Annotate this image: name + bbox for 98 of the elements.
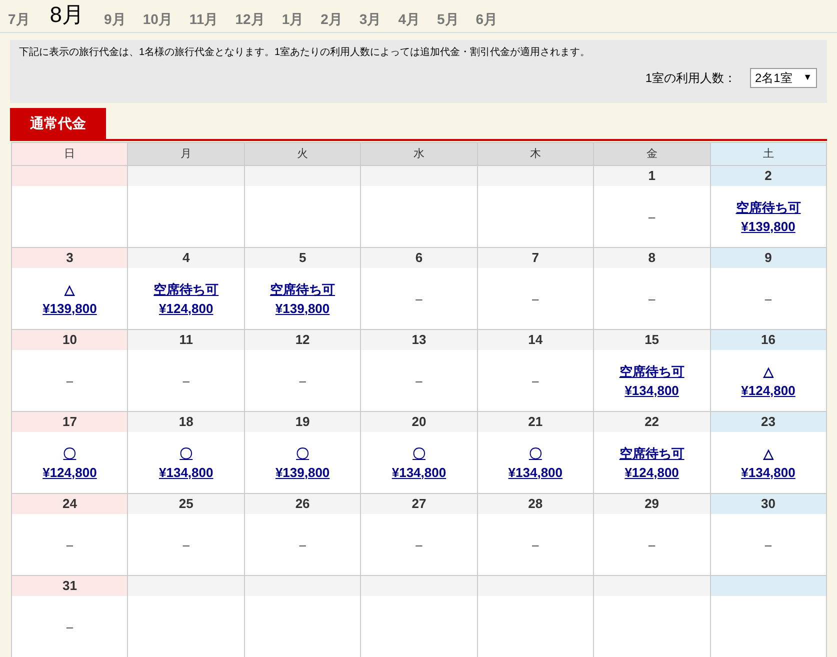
weekday-header: 土 <box>710 142 826 166</box>
weekday-header: 木 <box>477 142 594 166</box>
day-number: 29 <box>644 495 660 514</box>
day-number: 2 <box>764 167 772 186</box>
day-number: 5 <box>298 249 306 268</box>
month-tab[interactable]: 3月 <box>359 12 382 26</box>
day-number: 26 <box>295 495 310 514</box>
availability-link[interactable]: 空席待ち可 <box>154 282 219 296</box>
day-number: 14 <box>528 331 543 350</box>
unavailable-mark: – <box>532 372 539 390</box>
day-number: 4 <box>182 249 190 268</box>
day-number: 30 <box>761 495 776 514</box>
price-link[interactable]: ¥134,800 <box>741 466 796 478</box>
availability-link[interactable]: 空席待ち可 <box>736 200 801 214</box>
day-number: 21 <box>528 413 543 432</box>
availability-link[interactable]: 空席待ち可 <box>619 364 684 378</box>
price-link[interactable]: ¥139,800 <box>42 302 97 314</box>
price-link[interactable]: ¥124,800 <box>42 466 97 478</box>
weekday-header: 日 <box>12 142 128 166</box>
availability-link[interactable]: 〇 <box>63 446 76 460</box>
day-number: 6 <box>415 249 423 268</box>
price-link[interactable]: ¥134,800 <box>392 466 446 478</box>
notice-text: 下記に表示の旅行代金は、1名様の旅行代金となります。1室あたりの利用人数によっては追加代金・割引代金が適用されます。 <box>19 46 592 60</box>
day-number: 3 <box>66 249 74 268</box>
unavailable-mark: – <box>532 290 539 308</box>
day-number: 17 <box>62 413 77 432</box>
price-tab[interactable]: 通常代金 <box>10 108 106 139</box>
day-number: 8 <box>648 249 656 268</box>
availability-link[interactable]: △ <box>64 282 75 296</box>
month-tab[interactable]: 5月 <box>437 12 459 26</box>
unavailable-mark: – <box>66 618 74 636</box>
day-number: 7 <box>532 249 540 268</box>
occupancy-select[interactable]: 2名1室 ▼ <box>750 68 817 88</box>
availability-link[interactable]: 空席待ち可 <box>619 446 684 460</box>
occupancy-label: 1室の利用人数： <box>645 70 736 87</box>
day-number: 25 <box>178 495 194 514</box>
unavailable-mark: – <box>416 536 422 554</box>
day-number: 10 <box>62 331 77 350</box>
unavailable-mark: – <box>648 208 656 226</box>
unavailable-mark: – <box>532 536 539 554</box>
availability-link[interactable]: 〇 <box>412 446 426 460</box>
unavailable-mark: – <box>299 372 306 390</box>
price-link[interactable]: ¥124,800 <box>624 466 679 478</box>
day-number: 22 <box>644 413 660 432</box>
month-tab[interactable]: 8月 <box>46 4 88 26</box>
availability-link[interactable]: 〇 <box>180 446 193 460</box>
month-tab[interactable]: 11月 <box>189 12 218 26</box>
day-number: 13 <box>412 331 426 350</box>
day-number: 31 <box>62 577 77 596</box>
month-tab[interactable]: 7月 <box>8 12 30 26</box>
unavailable-mark: – <box>648 290 656 308</box>
availability-link[interactable]: △ <box>763 446 774 460</box>
day-number: 23 <box>761 413 776 432</box>
price-link[interactable]: ¥139,800 <box>741 220 796 232</box>
month-tab[interactable]: 12月 <box>235 12 265 26</box>
month-tab[interactable]: 2月 <box>320 12 342 26</box>
day-number: 16 <box>761 331 776 350</box>
availability-link[interactable]: 空席待ち可 <box>270 282 336 296</box>
unavailable-mark: – <box>416 372 422 390</box>
price-link[interactable]: ¥124,800 <box>159 302 214 314</box>
unavailable-mark: – <box>648 536 656 554</box>
day-number: 11 <box>179 331 193 350</box>
day-number: 1 <box>648 167 656 186</box>
price-link[interactable]: ¥134,800 <box>508 466 563 478</box>
weekday-header: 火 <box>244 142 361 166</box>
unavailable-mark: – <box>66 372 74 390</box>
month-tab[interactable]: 10月 <box>142 12 172 26</box>
day-number: 27 <box>412 495 426 514</box>
day-number: 9 <box>764 249 772 268</box>
day-number: 24 <box>62 495 77 514</box>
price-link[interactable]: ¥134,800 <box>159 466 214 478</box>
day-number: 12 <box>295 331 310 350</box>
availability-link[interactable]: 〇 <box>296 446 310 460</box>
day-number: 19 <box>295 413 310 432</box>
price-link[interactable]: ¥134,800 <box>624 384 679 396</box>
unavailable-mark: – <box>66 536 74 554</box>
weekday-header: 月 <box>128 142 244 166</box>
price-link[interactable]: ¥139,800 <box>275 466 330 478</box>
month-tab[interactable]: 6月 <box>476 12 498 26</box>
month-tab[interactable]: 1月 <box>282 12 304 26</box>
month-tab[interactable]: 9月 <box>104 12 126 26</box>
price-link[interactable]: ¥124,800 <box>741 384 796 396</box>
availability-link[interactable]: 〇 <box>528 446 542 460</box>
day-number: 20 <box>412 413 426 432</box>
unavailable-mark: – <box>416 290 422 308</box>
day-number: 15 <box>644 331 660 350</box>
weekday-header: 金 <box>594 142 710 166</box>
unavailable-mark: – <box>182 372 190 390</box>
weekday-header: 水 <box>360 142 478 166</box>
day-number: 28 <box>528 495 543 514</box>
unavailable-mark: – <box>299 536 306 554</box>
day-number: 18 <box>178 413 194 432</box>
unavailable-mark: – <box>764 536 772 554</box>
availability-link[interactable]: △ <box>763 364 774 378</box>
month-tab[interactable]: 4月 <box>398 12 420 26</box>
unavailable-mark: – <box>182 536 190 554</box>
unavailable-mark: – <box>764 290 772 308</box>
price-link[interactable]: ¥139,800 <box>275 302 330 314</box>
